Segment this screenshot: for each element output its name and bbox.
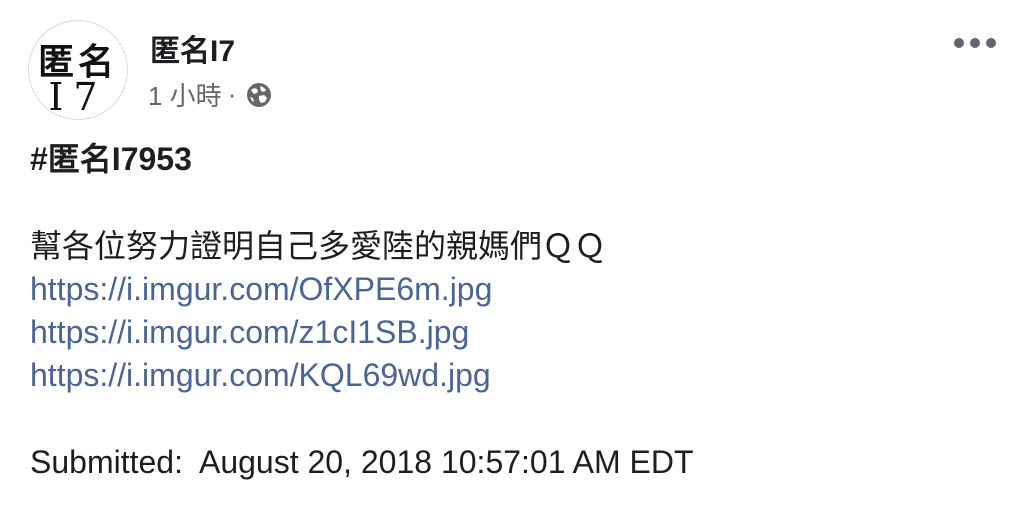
facebook-post: 匿名 I7 匿名I7 1 小時 · #匿名I7953 幫各位努力證明自己多愛陸的…: [0, 0, 1024, 512]
more-options-icon[interactable]: [954, 38, 996, 48]
post-body: #匿名I7953 幫各位努力證明自己多愛陸的親媽們ＱＱ https://i.im…: [30, 138, 694, 484]
avatar-logo-text-bottom: I7: [48, 75, 108, 119]
image-link-1[interactable]: https://i.imgur.com/OfXPE6m.jpg: [30, 268, 694, 311]
post-timestamp[interactable]: 1 小時: [148, 76, 222, 113]
more-dot: [970, 38, 980, 48]
globe-icon[interactable]: [244, 80, 274, 110]
meta-separator: ·: [227, 79, 237, 109]
post-meta: 1 小時 ·: [148, 76, 274, 113]
page-avatar[interactable]: 匿名 I7: [28, 20, 128, 120]
hashtag-link[interactable]: #匿名I7953: [30, 138, 694, 181]
more-dot: [986, 38, 996, 48]
post-message: 幫各位努力證明自己多愛陸的親媽們ＱＱ: [30, 228, 607, 264]
image-link-2[interactable]: https://i.imgur.com/z1cI1SB.jpg: [30, 311, 694, 354]
submitted-timestamp: Submitted: August 20, 2018 10:57:01 AM E…: [30, 444, 694, 480]
image-link-3[interactable]: https://i.imgur.com/KQL69wd.jpg: [30, 354, 694, 397]
more-dot: [954, 38, 964, 48]
page-name-link[interactable]: 匿名I7: [150, 26, 235, 70]
